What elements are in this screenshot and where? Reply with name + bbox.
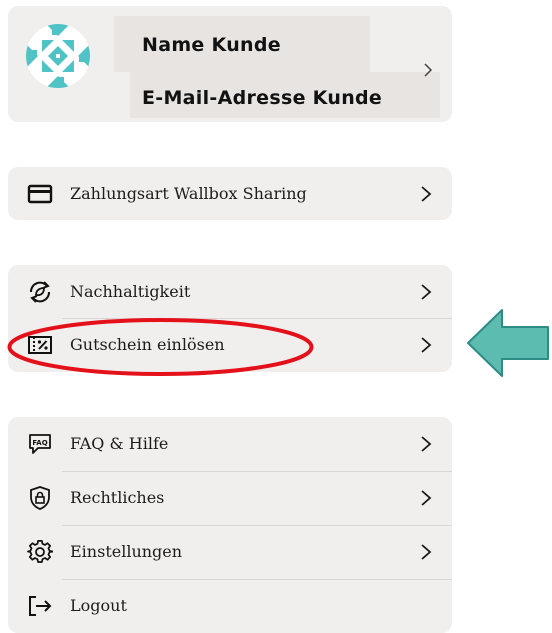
menu-item-sustainability[interactable]: Nachhaltigkeit: [8, 265, 452, 318]
pointer-arrow: [467, 309, 549, 377]
menu-item-legal[interactable]: Rechtliches: [8, 471, 452, 524]
menu-item-label: Rechtliches: [70, 488, 165, 507]
menu-item-settings[interactable]: Einstellungen: [8, 525, 452, 578]
chevron-right-icon: [421, 337, 432, 353]
menu-item-label: Zahlungsart Wallbox Sharing: [70, 184, 307, 203]
chevron-right-icon: [424, 63, 433, 77]
menu-item-label: Einstellungen: [70, 542, 183, 561]
gear-icon: [27, 540, 53, 563]
menu-item-label: FAQ & Hilfe: [70, 434, 169, 453]
chevron-right-icon: [421, 436, 432, 452]
customer-email: E-Mail-Adresse Kunde: [142, 87, 383, 109]
menu-item-voucher[interactable]: Gutschein einlösen: [8, 318, 452, 371]
avatar: [26, 24, 90, 88]
payment-card: Zahlungsart Wallbox Sharing: [8, 167, 452, 220]
chevron-right-icon: [421, 186, 432, 202]
menu-item-payment[interactable]: Zahlungsart Wallbox Sharing: [8, 167, 452, 220]
menu-item-label: Logout: [70, 596, 127, 615]
logout-icon: [29, 596, 52, 616]
profile-card[interactable]: Name Kunde E-Mail-Adresse Kunde: [8, 6, 452, 122]
chevron-right-icon: [421, 544, 432, 560]
voucher-percent-icon: [28, 336, 52, 354]
support-card: FAQ FAQ & Hilfe Rechtliches Einstellunge…: [8, 417, 452, 633]
menu-item-faq[interactable]: FAQ FAQ & Hilfe: [8, 417, 452, 470]
menu-item-label: Nachhaltigkeit: [70, 282, 191, 301]
customer-name: Name Kunde: [142, 34, 281, 56]
chevron-right-icon: [421, 490, 432, 506]
leaf-cycle-icon: [29, 281, 51, 303]
svg-text:FAQ: FAQ: [32, 439, 47, 447]
benefits-card: Nachhaltigkeit Gutschein einlösen: [8, 265, 452, 372]
chevron-right-icon: [421, 284, 432, 300]
credit-card-icon: [27, 184, 53, 204]
menu-item-logout[interactable]: Logout: [8, 579, 452, 632]
faq-bubble-icon: FAQ: [29, 434, 51, 454]
menu-item-label: Gutschein einlösen: [70, 335, 225, 354]
shield-lock-icon: [30, 486, 50, 510]
